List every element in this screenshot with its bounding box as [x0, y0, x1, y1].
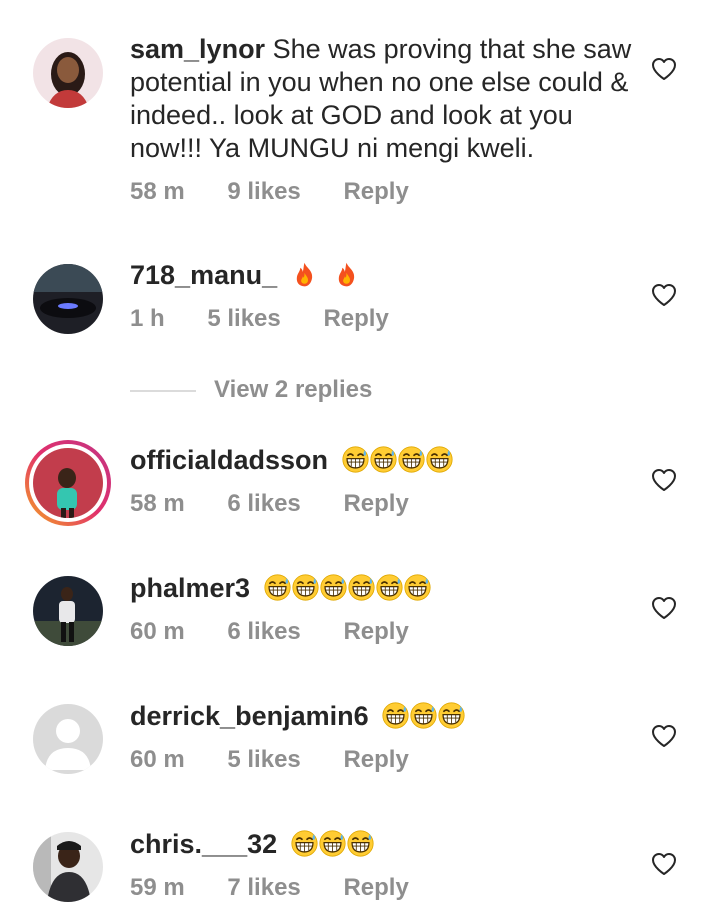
reply-button[interactable]: Reply [343, 874, 408, 901]
comment-username[interactable]: derrick_benjamin6 [130, 701, 369, 731]
grinning-sweat-emoji-icon [348, 574, 375, 601]
avatar [29, 444, 107, 522]
reply-button[interactable]: Reply [323, 305, 388, 332]
view-replies-button[interactable]: View 2 replies [130, 376, 372, 404]
comment-username[interactable]: phalmer3 [130, 573, 250, 603]
grinning-sweat-emoji-icon [376, 574, 403, 601]
comment-time: 60 m [130, 618, 185, 645]
avatar[interactable] [33, 832, 103, 902]
avatar[interactable] [33, 38, 103, 108]
grinning-sweat-emoji-icon [426, 446, 453, 473]
avatar-story-ring[interactable] [25, 440, 111, 526]
comment-time: 58 m [130, 490, 185, 517]
comment-meta: 58 m 9 likes Reply [130, 178, 445, 206]
comment-username[interactable]: chris.___32 [130, 829, 277, 859]
grinning-sweat-emoji-icon [370, 446, 397, 473]
comment-body: 718_manu_ [130, 259, 630, 292]
comment-body: officialdadsson [130, 444, 630, 477]
grinning-sweat-emoji-icon [291, 830, 318, 857]
heart-icon[interactable] [651, 283, 677, 307]
view-replies-label[interactable]: View 2 replies [214, 376, 372, 403]
comment-username[interactable]: sam_lynor [130, 34, 265, 64]
comment-time: 60 m [130, 746, 185, 773]
comment-meta: 58 m 6 likes Reply [130, 490, 445, 518]
comment-likes[interactable]: 7 likes [227, 874, 300, 901]
grinning-sweat-emoji-icon [398, 446, 425, 473]
avatar[interactable] [33, 576, 103, 646]
fire-emoji-icon [291, 261, 318, 288]
comment-body: derrick_benjamin6 [130, 700, 630, 733]
grinning-sweat-emoji-icon [292, 574, 319, 601]
comment-body: chris.___32 [130, 828, 630, 861]
comment-meta: 60 m 5 likes Reply [130, 746, 445, 774]
comment-likes[interactable]: 6 likes [227, 618, 300, 645]
heart-icon[interactable] [651, 724, 677, 748]
reply-button[interactable]: Reply [343, 490, 408, 517]
heart-icon[interactable] [651, 57, 677, 81]
comment-time: 58 m [130, 178, 185, 205]
reply-button[interactable]: Reply [343, 746, 408, 773]
comment-likes[interactable]: 6 likes [227, 490, 300, 517]
comment-likes[interactable]: 5 likes [207, 305, 280, 332]
avatar[interactable] [33, 704, 103, 774]
comment-body: phalmer3 [130, 572, 630, 605]
reply-button[interactable]: Reply [343, 178, 408, 205]
reply-button[interactable]: Reply [343, 618, 408, 645]
comment-meta: 1 h 5 likes Reply [130, 305, 425, 333]
heart-icon[interactable] [651, 852, 677, 876]
fire-emoji-icon [333, 261, 360, 288]
comment-meta: 59 m 7 likes Reply [130, 874, 445, 902]
comment-likes[interactable]: 9 likes [227, 178, 300, 205]
grinning-sweat-emoji-icon [319, 830, 346, 857]
heart-icon[interactable] [651, 468, 677, 492]
grinning-sweat-emoji-icon [382, 702, 409, 729]
heart-icon[interactable] [651, 596, 677, 620]
comment-username[interactable]: officialdadsson [130, 445, 328, 475]
comment-username[interactable]: 718_manu_ [130, 260, 277, 290]
grinning-sweat-emoji-icon [438, 702, 465, 729]
grinning-sweat-emoji-icon [410, 702, 437, 729]
comment-likes[interactable]: 5 likes [227, 746, 300, 773]
divider-line [130, 389, 196, 392]
avatar[interactable] [33, 264, 103, 334]
grinning-sweat-emoji-icon [264, 574, 291, 601]
grinning-sweat-emoji-icon [347, 830, 374, 857]
comment-time: 1 h [130, 305, 165, 332]
comment-time: 59 m [130, 874, 185, 901]
grinning-sweat-emoji-icon [320, 574, 347, 601]
grinning-sweat-emoji-icon [404, 574, 431, 601]
comment-meta: 60 m 6 likes Reply [130, 618, 445, 646]
grinning-sweat-emoji-icon [342, 446, 369, 473]
comment-body: sam_lynor She was proving that she saw p… [130, 33, 640, 165]
